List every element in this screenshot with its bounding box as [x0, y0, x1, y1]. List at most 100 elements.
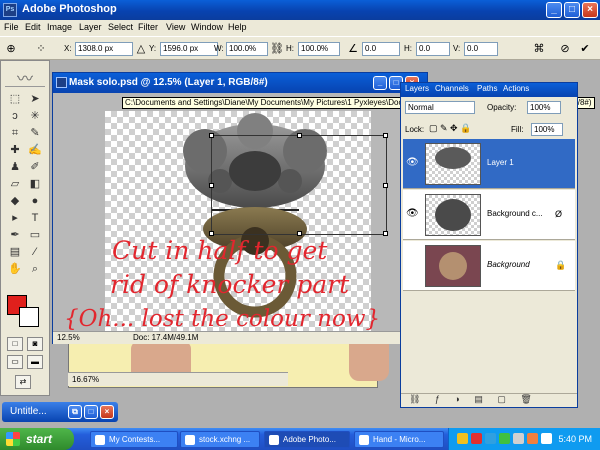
visibility-eye-icon[interactable]: 👁: [406, 208, 419, 220]
blur-tool-icon[interactable]: ◆: [5, 193, 25, 210]
y-field[interactable]: 1596.0 px: [160, 42, 218, 56]
quick-mask-icon[interactable]: ◙: [27, 337, 43, 351]
zoom-level[interactable]: 12.5%: [57, 333, 80, 342]
link-icon[interactable]: ⛓: [270, 42, 284, 56]
hand-zoom-level[interactable]: 16.67%: [72, 375, 99, 384]
tray-icon[interactable]: [527, 433, 538, 444]
zoom-tool-icon[interactable]: ⌕: [25, 261, 45, 278]
transparent-canvas[interactable]: [105, 111, 388, 333]
volume-icon[interactable]: [541, 433, 552, 444]
type-tool-icon[interactable]: T: [25, 210, 45, 227]
menu-view[interactable]: View: [166, 22, 185, 32]
magic-wand-tool-icon[interactable]: ✳: [25, 108, 45, 125]
layer-row-background-copy[interactable]: 👁 Background c... Ø: [403, 190, 575, 240]
visibility-off-box[interactable]: [406, 259, 418, 271]
lock-options-icon[interactable]: ▢ ✎ ✥ 🔒: [429, 123, 471, 137]
cancel-transform-icon[interactable]: ⊘: [558, 42, 572, 56]
pen-tool-icon[interactable]: ✒: [5, 227, 25, 244]
taskbar-item-my-contests[interactable]: My Contests...: [90, 431, 178, 448]
height-field[interactable]: 100.0%: [298, 42, 340, 56]
menu-help[interactable]: Help: [228, 22, 247, 32]
layer-name[interactable]: Background c...: [487, 209, 543, 218]
relative-position-icon[interactable]: △: [134, 42, 148, 56]
screen-mode-standard-icon[interactable]: ▭: [7, 355, 23, 369]
doc-minimize-button[interactable]: _: [373, 76, 387, 90]
dodge-tool-icon[interactable]: ●: [25, 193, 45, 210]
minimize-button[interactable]: _: [546, 2, 562, 18]
layer-row-layer-1[interactable]: 👁 Layer 1: [403, 139, 575, 189]
tray-icon[interactable]: [499, 433, 510, 444]
taskbar-clock[interactable]: 5:40 PM: [558, 434, 592, 444]
taskbar-item-hand-microsoft[interactable]: Hand - Micro...: [354, 431, 444, 448]
close-button[interactable]: ×: [100, 405, 114, 419]
tray-icon[interactable]: [457, 433, 468, 444]
transform-handle[interactable]: [383, 133, 388, 138]
menu-select[interactable]: Select: [108, 22, 133, 32]
close-button[interactable]: ×: [582, 2, 598, 18]
gradient-tool-icon[interactable]: ◧: [25, 176, 45, 193]
brush-tool-icon[interactable]: ✍: [25, 142, 45, 159]
layer-effects-icon[interactable]: Ø: [555, 209, 562, 219]
reference-point-icon[interactable]: ⁘: [34, 42, 48, 56]
menu-window[interactable]: Window: [191, 22, 223, 32]
menu-filter[interactable]: Filter: [138, 22, 158, 32]
transform-handle[interactable]: [297, 133, 302, 138]
notes-tool-icon[interactable]: ▤: [5, 244, 25, 261]
layer-name[interactable]: Background: [487, 260, 530, 269]
menu-edit[interactable]: Edit: [25, 22, 41, 32]
start-button[interactable]: start: [0, 428, 74, 450]
lasso-tool-icon[interactable]: ↄ: [5, 108, 25, 125]
commit-transform-icon[interactable]: ✔: [578, 42, 592, 56]
transform-handle[interactable]: [383, 183, 388, 188]
slice-tool-icon[interactable]: ✎: [25, 125, 45, 142]
tab-actions[interactable]: Actions: [503, 84, 529, 93]
crop-tool-icon[interactable]: ⌗: [5, 125, 25, 142]
clone-stamp-tool-icon[interactable]: ♟: [5, 159, 25, 176]
angle-field[interactable]: 0.0: [362, 42, 400, 56]
path-selection-tool-icon[interactable]: ▸: [5, 210, 25, 227]
opacity-field[interactable]: 100%: [527, 101, 561, 114]
warp-icon[interactable]: ⌘: [532, 42, 546, 56]
tab-layers[interactable]: Layers: [405, 84, 429, 93]
marquee-tool-icon[interactable]: ⬚: [5, 91, 25, 108]
shape-tool-icon[interactable]: ▭: [25, 227, 45, 244]
background-color-swatch[interactable]: [19, 307, 39, 327]
healing-brush-tool-icon[interactable]: ✚: [5, 142, 25, 159]
restore-button[interactable]: ⧉: [68, 405, 82, 419]
layer-name[interactable]: Layer 1: [487, 158, 514, 167]
tray-icon[interactable]: [485, 433, 496, 444]
tray-icon[interactable]: [471, 433, 482, 444]
history-brush-tool-icon[interactable]: ✐: [25, 159, 45, 176]
jump-to-imageready-icon[interactable]: ⇄: [15, 375, 31, 389]
maximize-button[interactable]: □: [84, 405, 98, 419]
document-window[interactable]: Mask solo.psd @ 12.5% (Layer 1, RGB/8#) …: [52, 72, 428, 344]
minimized-untitled-window[interactable]: Untitle... ⧉ □ ×: [2, 402, 118, 422]
tab-channels[interactable]: Channels: [435, 84, 469, 93]
move-tool-icon[interactable]: ⊕: [4, 42, 18, 56]
transform-handle[interactable]: [209, 133, 214, 138]
maximize-button[interactable]: □: [564, 2, 580, 18]
screen-mode-full-icon[interactable]: ▬: [27, 355, 43, 369]
eyedropper-tool-icon[interactable]: ⁄: [25, 244, 45, 261]
hskew-field[interactable]: 0.0: [416, 42, 450, 56]
tray-icon[interactable]: [513, 433, 524, 444]
document-title-bar[interactable]: Mask solo.psd @ 12.5% (Layer 1, RGB/8#) …: [53, 73, 427, 93]
tab-paths[interactable]: Paths: [477, 84, 497, 93]
width-field[interactable]: 100.0%: [226, 42, 268, 56]
menu-layer[interactable]: Layer: [79, 22, 102, 32]
layer-row-background[interactable]: Background 🔒: [403, 241, 575, 291]
menu-file[interactable]: File: [4, 22, 19, 32]
transform-handle[interactable]: [383, 231, 388, 236]
blend-mode-select[interactable]: Normal: [405, 101, 475, 114]
hand-tool-icon[interactable]: ✋: [5, 261, 25, 278]
transform-bounding-box[interactable]: [209, 133, 388, 236]
fill-field[interactable]: 100%: [531, 123, 563, 136]
vskew-field[interactable]: 0.0: [464, 42, 498, 56]
taskbar-item-adobe-photoshop[interactable]: Adobe Photo...: [264, 431, 350, 448]
taskbar-item-stock-xchng[interactable]: stock.xchng ...: [180, 431, 260, 448]
visibility-eye-icon[interactable]: 👁: [406, 157, 419, 169]
standard-mode-icon[interactable]: □: [7, 337, 23, 351]
menu-image[interactable]: Image: [47, 22, 72, 32]
move-tool-icon[interactable]: ➤: [25, 91, 45, 108]
x-field[interactable]: 1308.0 px: [75, 42, 133, 56]
